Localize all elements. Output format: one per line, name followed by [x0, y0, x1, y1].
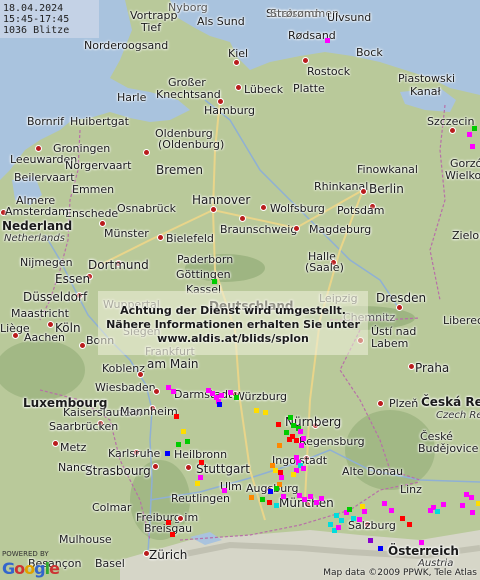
lightning-strike — [407, 522, 412, 527]
google-logo[interactable]: Google — [2, 559, 60, 578]
lightning-strike — [199, 460, 204, 465]
lightning-strike — [185, 439, 190, 444]
lightning-strike — [291, 472, 296, 477]
lightning-strike — [362, 509, 367, 514]
lightning-strike — [217, 402, 222, 407]
lightning-strike — [299, 443, 304, 448]
lightning-strike — [166, 385, 171, 390]
info-strike-count: 1036 Blitze — [3, 25, 70, 36]
notice-link[interactable]: www.aldis.at/blids/splon — [98, 332, 368, 345]
lightning-strike — [389, 508, 394, 513]
lightning-strike — [254, 408, 259, 413]
lightning-strike — [476, 501, 480, 506]
lightning-strike — [284, 430, 289, 435]
lightning-strike — [281, 494, 286, 499]
lightning-strike — [263, 410, 268, 415]
lightning-strike — [441, 502, 446, 507]
info-panel: 18.04.2024 15:45-17:45 1036 Blitze — [0, 0, 99, 38]
lightning-strike — [347, 507, 352, 512]
lightning-strike — [378, 546, 383, 551]
lightning-strike — [268, 489, 273, 494]
lightning-strike — [298, 429, 303, 434]
lightning-strike — [319, 496, 324, 501]
lightning-strike — [328, 522, 333, 527]
lightning-strike — [181, 429, 186, 434]
lightning-strike — [472, 126, 477, 131]
lightning-strike — [339, 518, 344, 523]
lightning-strike — [279, 475, 284, 480]
lightning-strike — [301, 466, 306, 471]
map-copyright: Map data ©2009 PPWK, Tele Atlas — [323, 568, 477, 578]
lightning-strikes-layer — [0, 0, 480, 580]
lightning-strike — [276, 422, 281, 427]
lightning-strike — [467, 132, 472, 137]
notice-line-2: Nähere Informationen erhalten Sie unter — [106, 318, 360, 331]
lightning-strike — [234, 395, 239, 400]
lightning-strike — [176, 442, 181, 447]
lightning-strike — [288, 415, 293, 420]
lightning-strike — [469, 495, 474, 500]
lightning-strike — [470, 510, 475, 515]
lightning-strike — [287, 437, 292, 442]
service-notice: Achtung der Dienst wird umgestellt. Nähe… — [98, 291, 368, 355]
lightning-strike — [166, 520, 171, 525]
lightning-strike — [212, 279, 217, 284]
powered-by-label: POWERED BY — [2, 550, 49, 558]
lightning-map[interactable]: Nyborg Vortrapp Tief Als Sund Stralsund Strør… — [0, 0, 480, 580]
lightning-strike — [228, 390, 233, 395]
lightning-strike — [249, 495, 254, 500]
info-date: 18.04.2024 — [3, 3, 64, 14]
lightning-strike — [198, 475, 203, 480]
lightning-strike — [170, 532, 175, 537]
lightning-strike — [470, 144, 475, 149]
lightning-strike — [171, 389, 176, 394]
lightning-strike — [301, 436, 306, 441]
lightning-strike — [277, 443, 282, 448]
lightning-strike — [195, 481, 200, 486]
lightning-strike — [308, 494, 313, 499]
lightning-strike — [419, 540, 424, 545]
lightning-strike — [165, 451, 170, 456]
lightning-strike — [368, 538, 373, 543]
lightning-strike — [219, 393, 224, 398]
lightning-strike — [302, 497, 307, 502]
lightning-strike — [325, 38, 330, 43]
lightning-strike — [435, 509, 440, 514]
lightning-strike — [382, 501, 387, 506]
lightning-strike — [267, 500, 272, 505]
lightning-strike — [336, 525, 341, 530]
lightning-strike — [400, 516, 405, 521]
info-time-range: 15:45-17:45 — [3, 14, 70, 25]
lightning-strike — [357, 517, 362, 522]
lightning-strike — [351, 516, 356, 521]
lightning-strike — [222, 488, 227, 493]
lightning-strike — [274, 503, 279, 508]
lightning-strike — [460, 503, 465, 508]
notice-line-1: Achtung der Dienst wird umgestellt. — [120, 304, 346, 317]
lightning-strike — [274, 486, 279, 491]
lightning-strike — [174, 414, 179, 419]
lightning-strike — [260, 497, 265, 502]
